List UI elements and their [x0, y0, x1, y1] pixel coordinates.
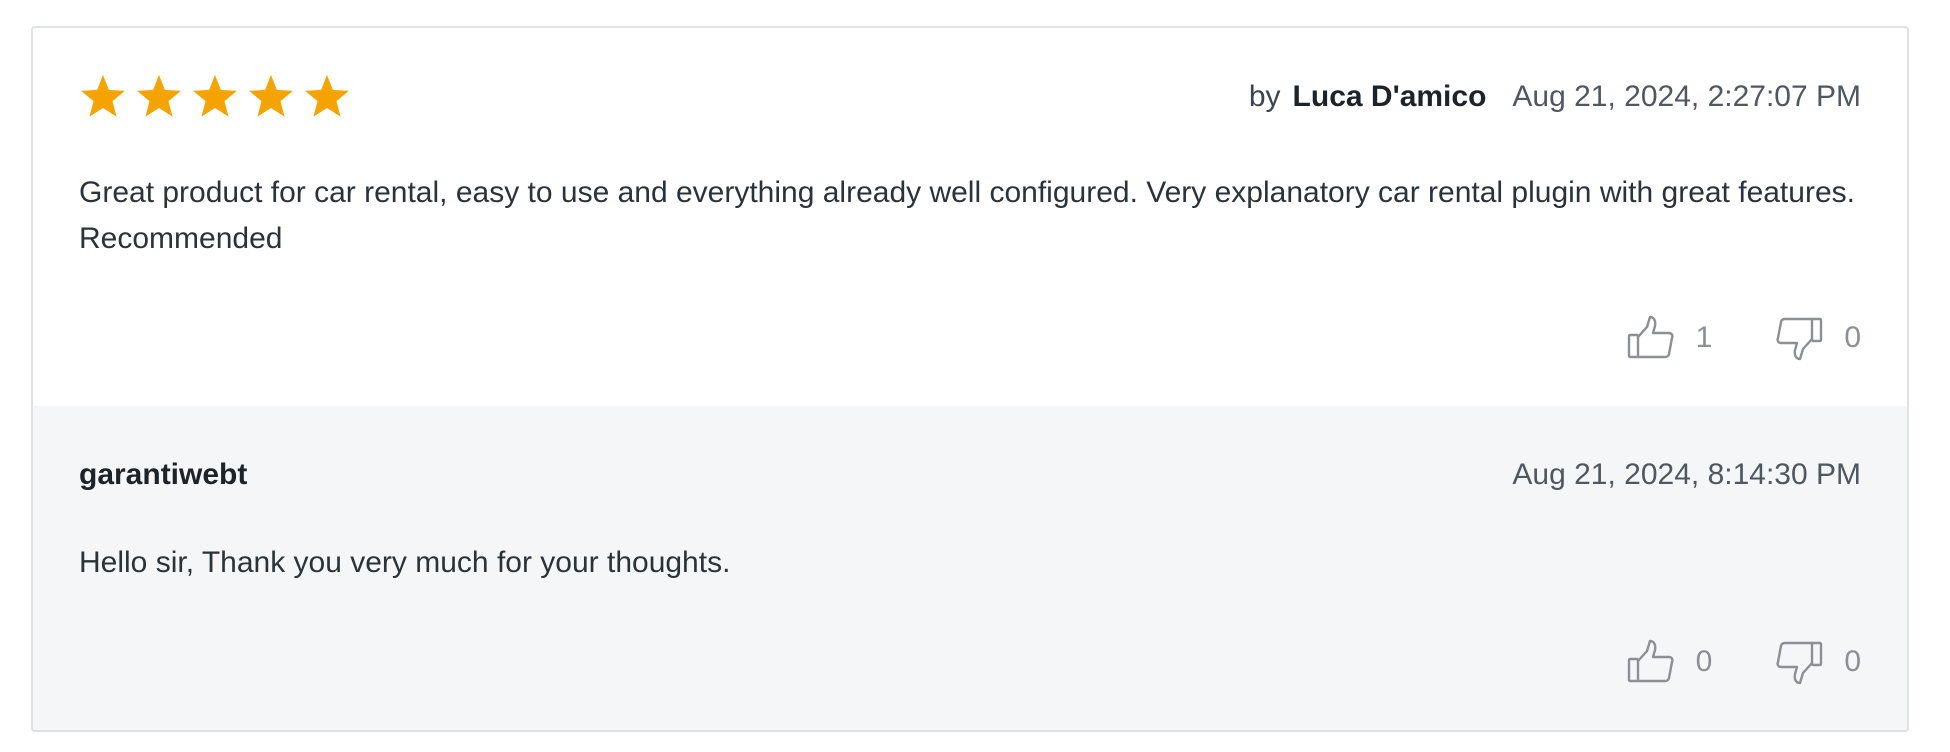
downvote-count: 0 — [1844, 645, 1861, 678]
star-icon — [303, 73, 351, 121]
star-icon — [191, 73, 239, 121]
upvote-count: 0 — [1695, 645, 1713, 678]
upvote-button[interactable]: 1 — [1626, 314, 1713, 362]
star-rating — [79, 73, 351, 121]
reply-text: Hello sir, Thank you very much for your … — [79, 546, 731, 579]
downvote-button[interactable]: 0 — [1774, 314, 1861, 362]
star-icon — [135, 73, 183, 121]
thumbs-up-icon — [1626, 314, 1696, 362]
review-date: Aug 21, 2024, 2:27:07 PM — [1512, 80, 1861, 113]
thumbs-down-icon — [1774, 314, 1844, 362]
reply-votes: 0 0 — [1626, 638, 1861, 686]
thumbs-down-icon — [1774, 638, 1844, 686]
reply-author: garantiwebt — [79, 458, 248, 491]
by-label: by — [1248, 80, 1281, 113]
review-author: Luca D'amico — [1292, 80, 1487, 113]
upvote-count: 1 — [1695, 321, 1713, 354]
reply-section: garantiwebt Aug 21, 2024, 8:14:30 PM Hel… — [33, 406, 1907, 730]
review-section: by Luca D'amico Aug 21, 2024, 2:27:07 PM… — [33, 28, 1907, 406]
reply-date: Aug 21, 2024, 8:14:30 PM — [1512, 458, 1861, 491]
upvote-button[interactable]: 0 — [1626, 638, 1713, 686]
thumbs-up-icon — [1626, 638, 1696, 686]
star-icon — [79, 73, 127, 121]
review-text: Great product for car rental, easy to us… — [79, 176, 1855, 255]
star-icon — [247, 73, 295, 121]
review-votes: 1 0 — [1626, 314, 1861, 362]
review-meta: by Luca D'amico Aug 21, 2024, 2:27:07 PM — [1249, 80, 1861, 114]
review-card: by Luca D'amico Aug 21, 2024, 2:27:07 PM… — [31, 26, 1909, 732]
downvote-button[interactable]: 0 — [1774, 638, 1861, 686]
downvote-count: 0 — [1844, 321, 1861, 354]
